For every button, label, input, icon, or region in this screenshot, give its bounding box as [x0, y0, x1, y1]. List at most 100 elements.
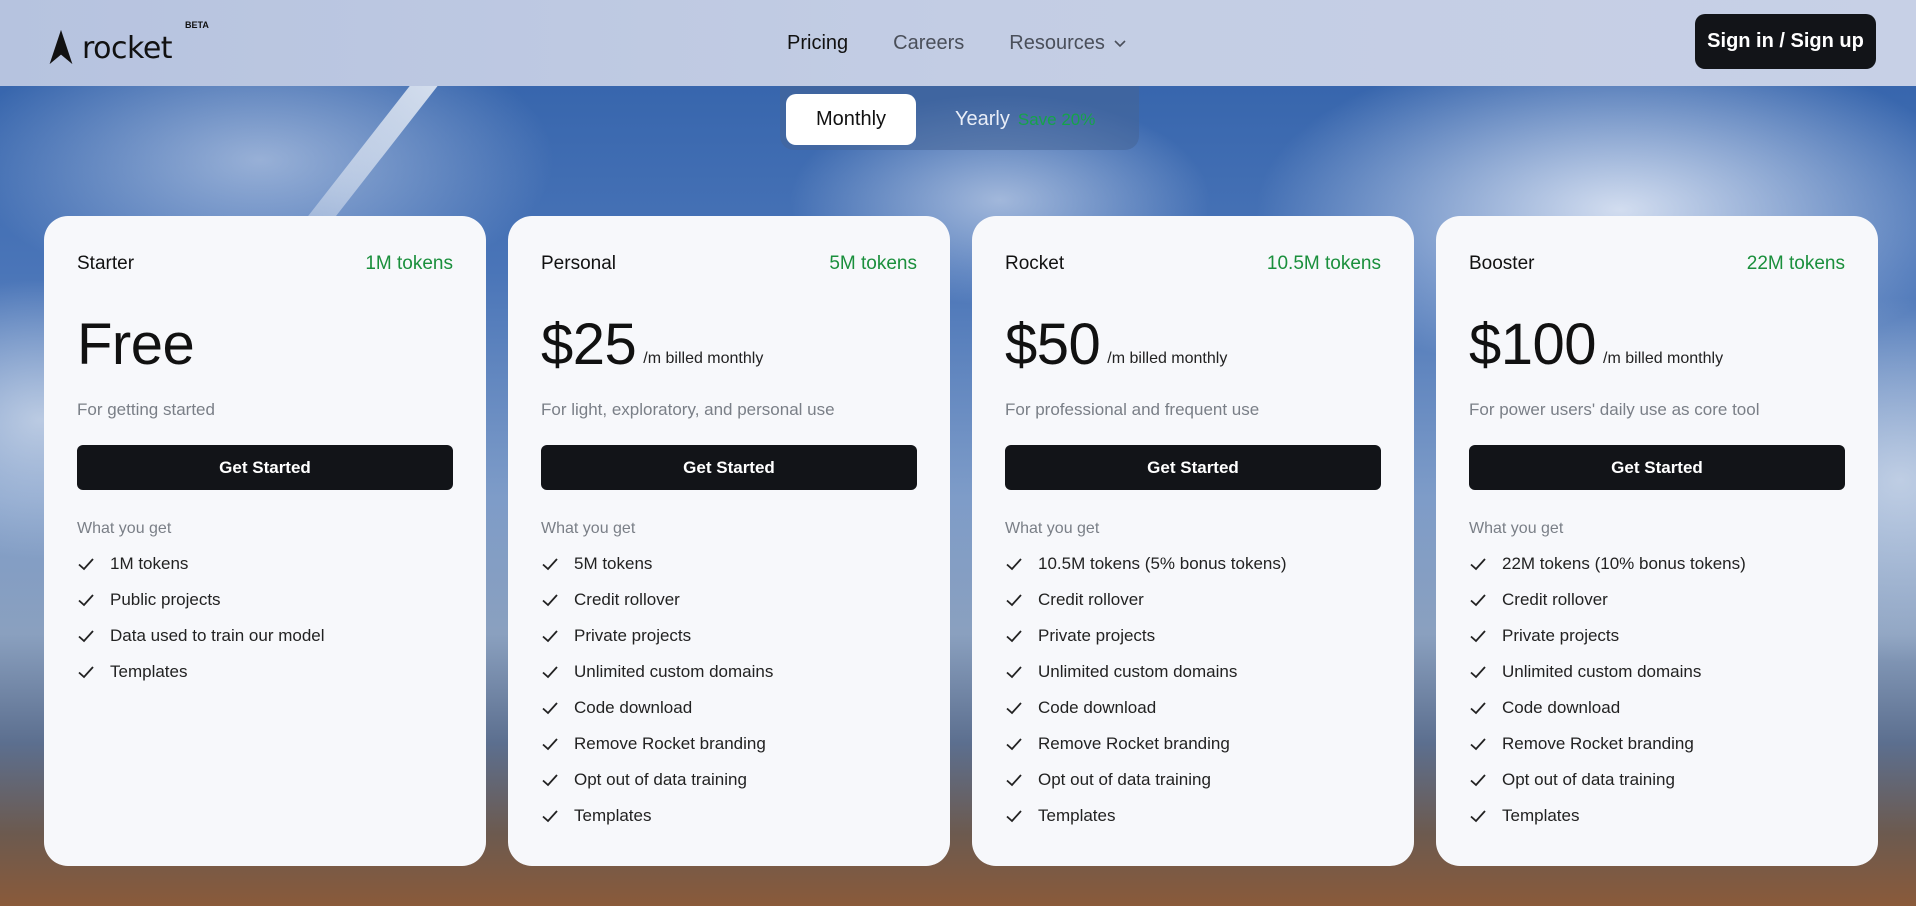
feature-item: Credit rollover	[1005, 582, 1381, 618]
nav-item-resources-label: Resources	[1009, 31, 1105, 54]
get-started-button[interactable]: Get Started	[1005, 445, 1381, 490]
checkmark-icon	[77, 627, 95, 645]
checkmark-icon	[541, 735, 559, 753]
checkmark-icon	[1469, 627, 1487, 645]
plan-price: $50	[1005, 312, 1101, 377]
checkmark-icon	[541, 699, 559, 717]
checkmark-icon	[1005, 771, 1023, 789]
feature-item: Opt out of data training	[541, 762, 917, 798]
brand-name: rocket	[82, 31, 173, 66]
checkmark-icon	[1469, 699, 1487, 717]
billing-period-toggle: Monthly Yearly Save 20%	[780, 86, 1139, 150]
feature-item: Public projects	[77, 582, 453, 618]
plan-tokens: 22M tokens	[1746, 253, 1845, 274]
checkmark-icon	[541, 807, 559, 825]
checkmark-icon	[77, 555, 95, 573]
feature-label: 1M tokens	[110, 554, 189, 573]
feature-label: Opt out of data training	[1038, 770, 1211, 789]
feature-item: Templates	[541, 798, 917, 834]
feature-label: Code download	[574, 698, 693, 717]
checkmark-icon	[541, 771, 559, 789]
plan-header: Personal 5M tokens	[541, 252, 917, 276]
feature-label: Credit rollover	[1502, 590, 1608, 609]
feature-item: Code download	[1005, 690, 1381, 726]
checkmark-icon	[541, 663, 559, 681]
feature-item: 10.5M tokens (5% bonus tokens)	[1005, 546, 1381, 582]
get-started-button[interactable]: Get Started	[541, 445, 917, 490]
nav-item-careers[interactable]: Careers	[893, 32, 964, 55]
rocket-logo[interactable]: rocket BETA	[42, 20, 209, 66]
features-heading: What you get	[77, 520, 172, 537]
checkmark-icon	[1005, 699, 1023, 717]
feature-item: 1M tokens	[77, 546, 453, 582]
price-row: Free	[77, 310, 453, 378]
feature-label: Remove Rocket branding	[1502, 734, 1694, 753]
plan-description: For getting started	[77, 400, 215, 419]
feature-label: Private projects	[1502, 626, 1620, 645]
plan-name: Booster	[1469, 253, 1535, 274]
feature-label: Public projects	[110, 590, 221, 609]
features-list: 5M tokens Credit rollover Private projects…	[541, 546, 917, 834]
feature-label: Unlimited custom domains	[574, 662, 774, 681]
checkmark-icon	[541, 555, 559, 573]
checkmark-icon	[1469, 807, 1487, 825]
feature-label: Private projects	[574, 626, 692, 645]
plan-header: Booster 22M tokens	[1469, 252, 1845, 276]
feature-label: Data used to train our model	[110, 626, 325, 645]
checkmark-icon	[1469, 555, 1487, 573]
checkmark-icon	[1469, 771, 1487, 789]
plan-card-starter: Starter 1M tokens Free For getting started G…	[44, 216, 486, 866]
feature-label: Credit rollover	[1038, 590, 1144, 609]
nav-item-resources[interactable]: Resources	[1009, 32, 1127, 55]
plan-tokens: 10.5M tokens	[1266, 253, 1381, 274]
feature-item: Templates	[1005, 798, 1381, 834]
yearly-label: Yearly	[955, 108, 1010, 130]
feature-label: Templates	[1502, 806, 1580, 825]
feature-label: Credit rollover	[574, 590, 680, 609]
feature-label: 22M tokens (10% bonus tokens)	[1502, 554, 1746, 573]
price-row: $50/m billed monthly	[1005, 310, 1381, 378]
price-row: $25/m billed monthly	[541, 310, 917, 378]
get-started-button[interactable]: Get Started	[1469, 445, 1845, 490]
plan-price: $100	[1469, 312, 1597, 377]
feature-item: Credit rollover	[541, 582, 917, 618]
plan-name: Starter	[77, 253, 135, 274]
features-heading: What you get	[1005, 520, 1100, 537]
feature-item: Remove Rocket branding	[1005, 726, 1381, 762]
feature-item: Remove Rocket branding	[541, 726, 917, 762]
feature-item: Code download	[541, 690, 917, 726]
plan-name: Rocket	[1005, 253, 1065, 274]
checkmark-icon	[1469, 663, 1487, 681]
feature-item: Templates	[1469, 798, 1845, 834]
feature-label: Private projects	[1038, 626, 1156, 645]
price-billing-note: /m billed monthly	[1603, 350, 1724, 367]
features-heading: What you get	[1469, 520, 1564, 537]
feature-item: Opt out of data training	[1469, 762, 1845, 798]
feature-label: Remove Rocket branding	[574, 734, 766, 753]
main-nav: Pricing Careers Resources	[787, 0, 1127, 86]
plan-card-personal: Personal 5M tokens $25/m billed monthly For…	[508, 216, 950, 866]
plan-description: For professional and frequent use	[1005, 400, 1260, 419]
feature-item: 22M tokens (10% bonus tokens)	[1469, 546, 1845, 582]
feature-item: Unlimited custom domains	[1005, 654, 1381, 690]
monthly-option[interactable]: Monthly	[786, 94, 916, 145]
features-list: 22M tokens (10% bonus tokens) Credit roll…	[1469, 546, 1845, 834]
feature-item: Templates	[77, 654, 453, 690]
checkmark-icon	[1469, 591, 1487, 609]
price-billing-note: /m billed monthly	[1107, 350, 1228, 367]
get-started-button[interactable]: Get Started	[77, 445, 453, 490]
plan-card-rocket: Rocket 10.5M tokens $50/m billed monthly Fo…	[972, 216, 1414, 866]
feature-item: Unlimited custom domains	[1469, 654, 1845, 690]
yearly-option[interactable]: Yearly Save 20%	[955, 94, 1095, 145]
beta-badge: BETA	[185, 20, 209, 30]
sign-in-button[interactable]: Sign in / Sign up	[1695, 14, 1876, 69]
chevron-down-icon	[1114, 40, 1126, 48]
checkmark-icon	[1005, 807, 1023, 825]
plan-price: $25	[541, 312, 637, 377]
plan-tokens: 1M tokens	[365, 253, 453, 274]
plan-description: For light, exploratory, and personal use	[541, 400, 835, 419]
checkmark-icon	[77, 591, 95, 609]
feature-item: Data used to train our model	[77, 618, 453, 654]
feature-item: Private projects	[541, 618, 917, 654]
nav-item-pricing[interactable]: Pricing	[787, 32, 848, 55]
